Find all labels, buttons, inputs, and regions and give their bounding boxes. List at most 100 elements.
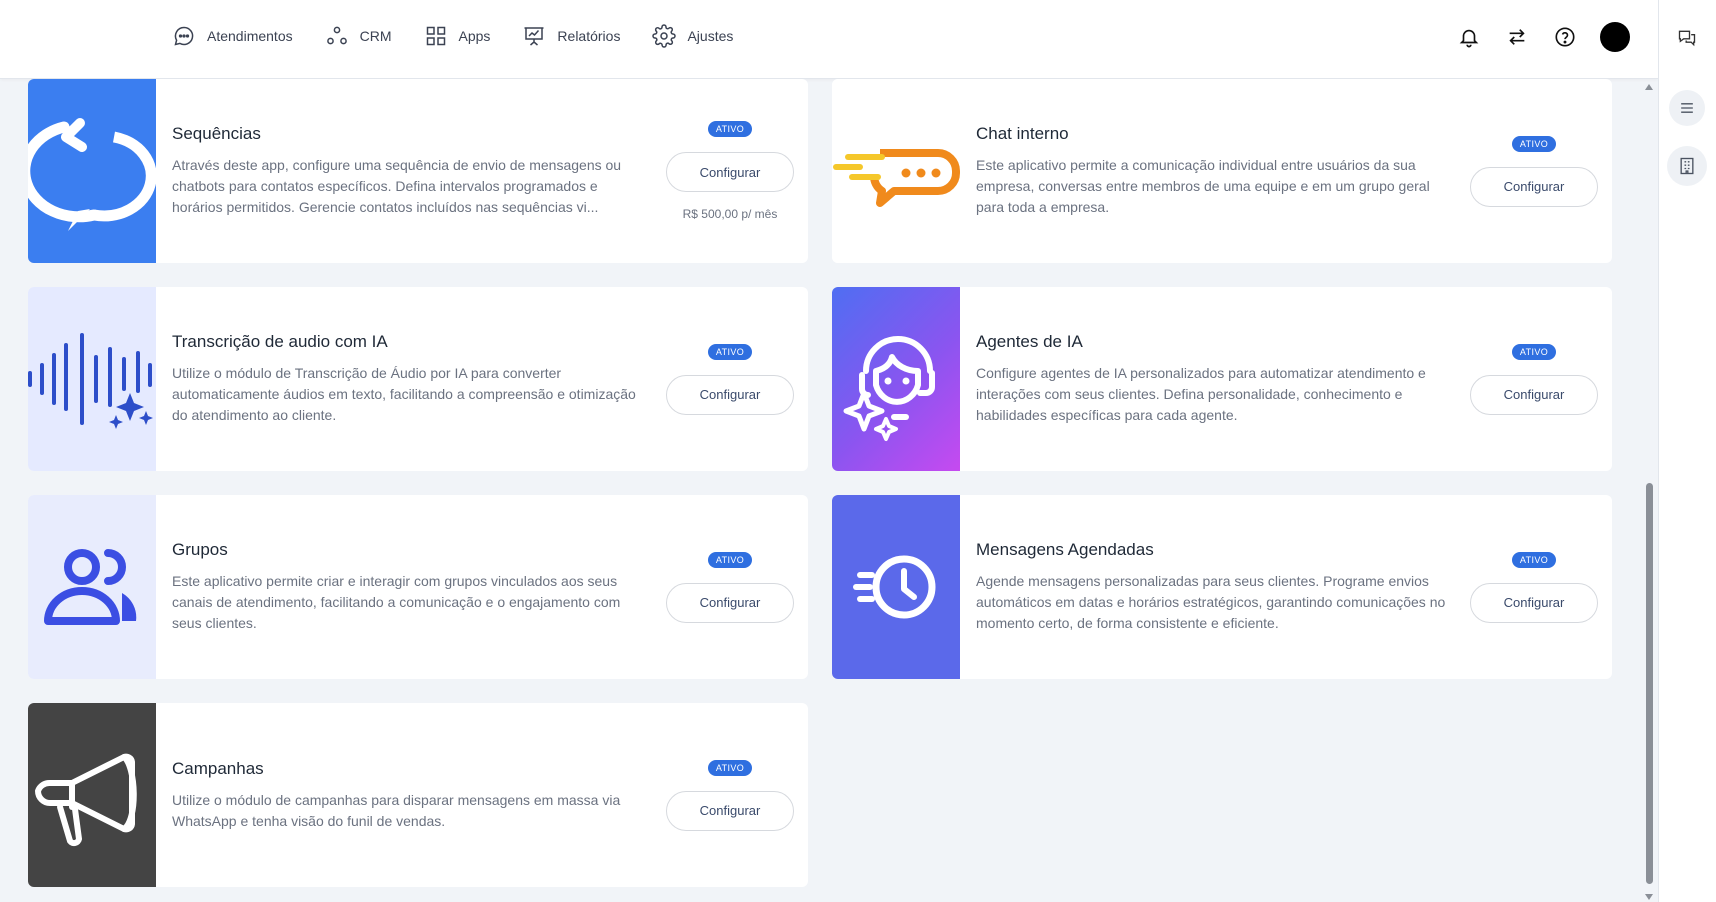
app-card-agentes-ia: Agentes de IA Configure agentes de IA pe… xyxy=(832,287,1612,471)
status-badge: ATIVO xyxy=(1511,135,1557,152)
fast-chat-icon xyxy=(833,149,960,207)
card-title: Mensagens Agendadas xyxy=(976,540,1154,559)
nav-item-ajustes[interactable]: Ajustes xyxy=(652,24,733,48)
card-side: ATIVO Configurar xyxy=(652,703,808,887)
card-title: Campanhas xyxy=(172,758,264,778)
nav-label: Atendimentos xyxy=(207,28,293,44)
configure-button[interactable]: Configurar xyxy=(666,374,794,415)
scroll-up-arrow[interactable] xyxy=(1645,84,1653,90)
avatar[interactable] xyxy=(1600,22,1630,52)
card-image xyxy=(28,287,156,471)
card-description: Através deste app, configure uma sequênc… xyxy=(172,157,622,215)
card-side: ATIVO Configurar xyxy=(1456,495,1612,679)
ai-agent-icon xyxy=(843,336,935,441)
configure-button[interactable]: Configurar xyxy=(1470,582,1598,623)
nav-label: CRM xyxy=(359,28,392,44)
card-description: Agende mensagens personalizadas para seu… xyxy=(976,573,1446,631)
notifications-button[interactable] xyxy=(1456,24,1482,50)
configure-button[interactable]: Configurar xyxy=(666,790,794,831)
chats-button[interactable] xyxy=(1669,20,1705,56)
switch-account-button[interactable] xyxy=(1504,24,1530,50)
help-button[interactable] xyxy=(1552,24,1578,50)
card-title: Agentes de IA xyxy=(976,332,1083,351)
card-side: ATIVO Configurar xyxy=(1456,79,1612,263)
presentation-chart-icon xyxy=(524,27,544,46)
bell-icon xyxy=(1459,29,1479,48)
card-title: Sequências xyxy=(172,124,261,143)
status-badge: ATIVO xyxy=(707,343,753,360)
right-rail xyxy=(1658,0,1716,902)
card-body: Transcrição de audio com IA Utilize o mó… xyxy=(156,287,652,471)
card-image xyxy=(28,79,156,263)
nav-item-apps[interactable]: Apps xyxy=(424,24,491,48)
top-bar: Atendimentos CRM Apps Relatórios Ajustes xyxy=(0,0,1658,79)
card-body: Agentes de IA Configure agentes de IA pe… xyxy=(960,287,1456,471)
audio-wave-icon xyxy=(28,333,153,429)
card-description: Configure agentes de IA personalizados p… xyxy=(976,365,1426,423)
app-card-chat-interno: Chat interno Este aplicativo permite a c… xyxy=(832,79,1612,263)
card-side: ATIVO Configurar xyxy=(652,495,808,679)
nav-item-crm[interactable]: CRM xyxy=(325,24,392,48)
nav-label: Relatórios xyxy=(557,28,621,44)
card-side: ATIVO Configurar xyxy=(652,287,808,471)
chats-icon xyxy=(1678,30,1696,47)
app-card-grupos: Grupos Este aplicativo permite criar e i… xyxy=(28,495,808,679)
configure-button[interactable]: Configurar xyxy=(1470,374,1598,415)
app-card-mensagens-agendadas: Mensagens Agendadas Agende mensagens per… xyxy=(832,495,1612,679)
configure-button[interactable]: Configurar xyxy=(666,582,794,623)
card-description: Este aplicativo permite criar e interagi… xyxy=(172,573,621,631)
status-badge: ATIVO xyxy=(707,759,753,776)
users-group-icon xyxy=(44,549,137,625)
card-title: Grupos xyxy=(172,540,228,559)
card-image xyxy=(28,495,156,679)
price-label: R$ 500,00 p/ mês xyxy=(682,207,778,221)
configure-button[interactable]: Configurar xyxy=(666,152,794,192)
card-image xyxy=(832,79,960,263)
app-card-sequencias: Sequências Através deste app, configure … xyxy=(28,79,808,263)
main-nav: Atendimentos CRM Apps Relatórios Ajustes xyxy=(172,24,765,48)
repeat-arrow-icon xyxy=(28,118,156,231)
nav-label: Apps xyxy=(458,28,491,44)
card-title: Chat interno xyxy=(976,124,1069,143)
app-card-transcricao: Transcrição de audio com IA Utilize o mó… xyxy=(28,287,808,471)
help-circle-icon xyxy=(1555,27,1575,47)
status-badge: ATIVO xyxy=(1511,551,1557,568)
card-description: Este aplicativo permite a comunicação in… xyxy=(976,157,1430,215)
gear-icon xyxy=(652,24,677,48)
card-description: Utilize o módulo de Transcrição de Áudio… xyxy=(172,365,636,423)
scheduled-clock-icon xyxy=(853,555,936,619)
card-image xyxy=(832,287,960,471)
card-body: Mensagens Agendadas Agende mensagens per… xyxy=(960,495,1456,679)
card-title: Transcrição de audio com IA xyxy=(172,332,388,351)
scroll-thumb[interactable] xyxy=(1646,483,1653,884)
scroll-down-arrow[interactable] xyxy=(1645,894,1653,900)
nav-label: Ajustes xyxy=(687,28,734,44)
scrollbar[interactable] xyxy=(1642,80,1656,902)
top-actions xyxy=(1456,22,1658,52)
card-body: Sequências Através deste app, configure … xyxy=(156,79,652,263)
card-body: Chat interno Este aplicativo permite a c… xyxy=(960,79,1456,263)
card-image xyxy=(28,703,156,887)
menu-button[interactable] xyxy=(1669,90,1705,126)
menu-lines-icon xyxy=(1681,103,1693,113)
building-icon xyxy=(1680,157,1694,175)
card-description: Utilize o módulo de campanhas para dispa… xyxy=(172,791,621,829)
apps-grid-icon xyxy=(426,26,445,46)
configure-button[interactable]: Configurar xyxy=(1470,166,1598,207)
status-badge: ATIVO xyxy=(707,551,753,568)
chat-bubble-icon xyxy=(174,26,194,46)
nav-item-atendimentos[interactable]: Atendimentos xyxy=(172,24,293,48)
card-image xyxy=(832,495,960,679)
status-badge: ATIVO xyxy=(707,121,753,137)
crm-nodes-icon xyxy=(326,26,347,45)
card-body: Grupos Este aplicativo permite criar e i… xyxy=(156,495,652,679)
nav-item-relatorios[interactable]: Relatórios xyxy=(522,24,620,48)
megaphone-icon xyxy=(35,753,137,847)
card-side: ATIVO Configurar R$ 500,00 p/ mês xyxy=(652,79,808,263)
swap-arrows-icon xyxy=(1509,29,1525,45)
company-button[interactable] xyxy=(1667,146,1707,186)
card-side: ATIVO Configurar xyxy=(1456,287,1612,471)
status-badge: ATIVO xyxy=(1511,343,1557,360)
card-body: Campanhas Utilize o módulo de campanhas … xyxy=(156,703,652,887)
app-card-campanhas: Campanhas Utilize o módulo de campanhas … xyxy=(28,703,808,887)
